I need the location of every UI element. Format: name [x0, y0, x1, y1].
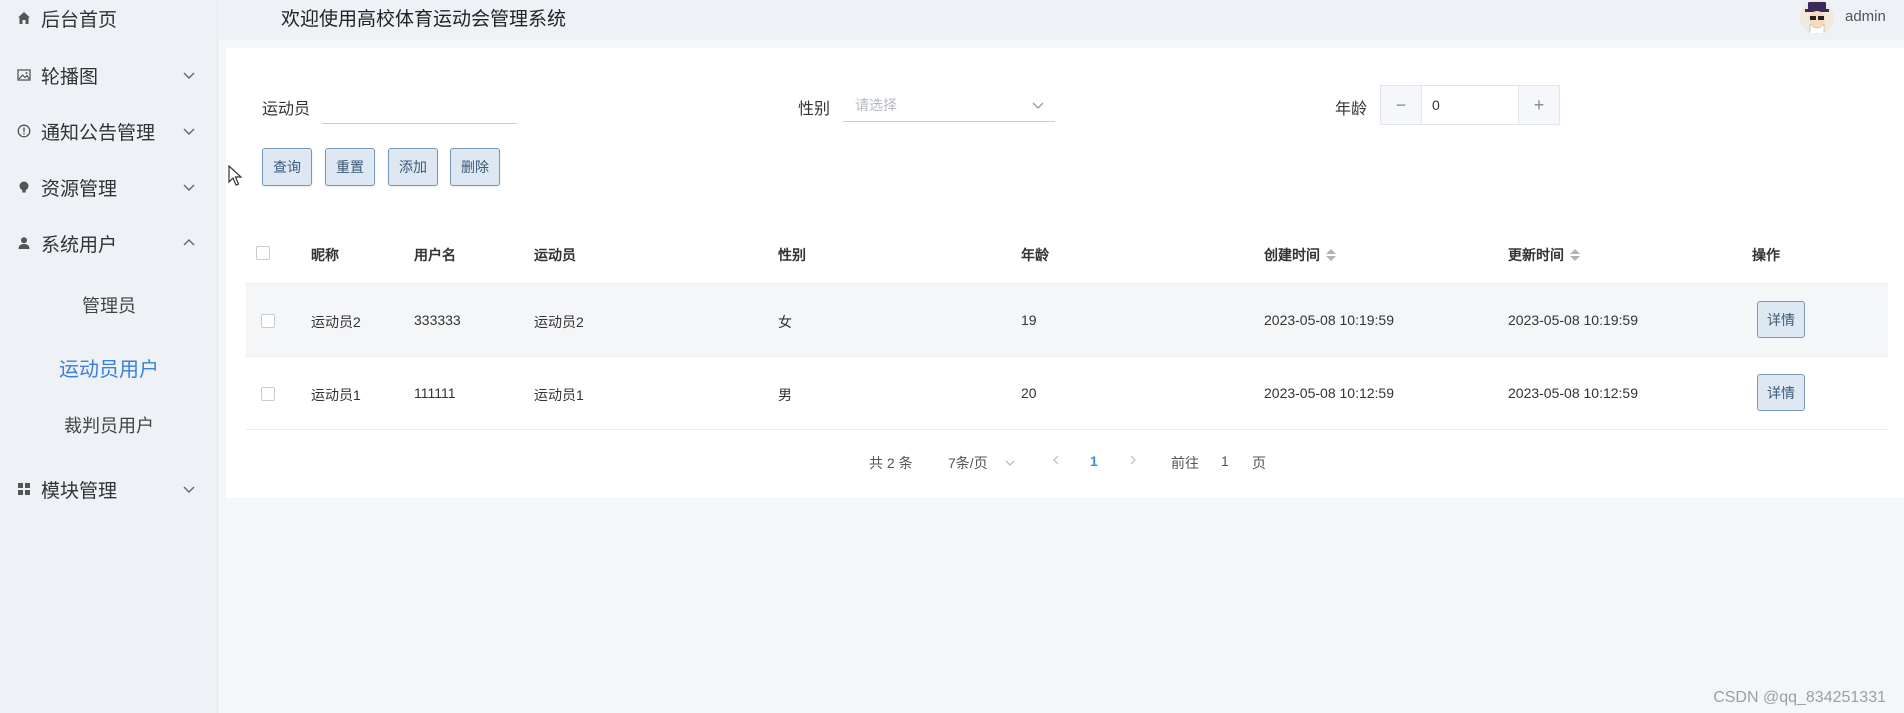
- age-stepper: − 0 +: [1380, 85, 1560, 125]
- bulb-icon: [16, 179, 32, 195]
- chevron-down-icon: [1004, 457, 1016, 469]
- column-header-username: 用户名: [414, 247, 456, 263]
- chevron-down-icon: [1031, 98, 1045, 112]
- chevron-down-icon: [182, 180, 196, 194]
- goto-page-input[interactable]: 1: [1221, 453, 1229, 469]
- sidebar-subitem-athlete-users[interactable]: 运动员用户: [0, 339, 218, 395]
- chevron-down-icon: [182, 124, 196, 138]
- sidebar-item-system-users[interactable]: 系统用户: [0, 215, 218, 271]
- detail-button[interactable]: 详情: [1757, 374, 1805, 411]
- chevron-up-icon: [182, 236, 196, 250]
- select-all-checkbox[interactable]: [256, 246, 270, 260]
- sidebar-item-label: 资源管理: [41, 178, 118, 200]
- sidebar-item-label: 模块管理: [41, 480, 118, 502]
- top-header: 欢迎使用高校体育运动会管理系统: [219, 0, 1904, 40]
- cell-gender: 女: [778, 314, 792, 330]
- cell-username: 111111: [414, 385, 456, 401]
- table-row: 运动员1 111111 运动员1 男 20 2023-05-08 10:12:5…: [246, 357, 1888, 430]
- image-icon: [16, 67, 32, 83]
- cell-athlete: 运动员1: [534, 387, 584, 403]
- mouse-cursor-icon: [228, 164, 244, 187]
- sort-icon[interactable]: [1570, 249, 1580, 261]
- gender-select-placeholder: 请选择: [855, 96, 897, 113]
- sidebar-subitem-label: 裁判员用户: [64, 416, 154, 436]
- query-button[interactable]: 查询: [262, 148, 312, 186]
- cell-age: 20: [1021, 385, 1037, 401]
- goto-suffix: 页: [1252, 455, 1266, 471]
- age-input[interactable]: 0: [1421, 86, 1519, 124]
- page-number-current[interactable]: 1: [1090, 453, 1098, 469]
- sidebar-subitem-label: 运动员用户: [59, 358, 159, 381]
- prev-page-icon[interactable]: [1050, 453, 1062, 469]
- cell-gender: 男: [778, 387, 792, 403]
- cell-updated: 2023-05-08 10:19:59: [1508, 312, 1638, 328]
- row-checkbox[interactable]: [261, 314, 275, 328]
- cell-created: 2023-05-08 10:19:59: [1264, 312, 1394, 328]
- sidebar-item-modules[interactable]: 模块管理: [0, 461, 218, 517]
- avatar[interactable]: [1800, 0, 1834, 34]
- cell-nickname: 运动员1: [311, 387, 361, 403]
- pagination-total: 共 2 条: [869, 455, 913, 471]
- column-header-age: 年龄: [1021, 247, 1049, 263]
- cell-age: 19: [1021, 312, 1037, 328]
- athlete-search-input[interactable]: [322, 94, 517, 124]
- grid-icon: [16, 481, 32, 497]
- info-icon: [16, 123, 32, 139]
- user-icon: [16, 235, 32, 251]
- column-header-gender: 性别: [778, 247, 806, 263]
- column-header-created[interactable]: 创建时间: [1264, 245, 1336, 265]
- table-row: 运动员2 333333 运动员2 女 19 2023-05-08 10:19:5…: [246, 284, 1888, 357]
- row-checkbox[interactable]: [261, 387, 275, 401]
- age-label: 年龄: [1335, 101, 1368, 118]
- goto-prefix: 前往: [1171, 455, 1199, 471]
- cell-created: 2023-05-08 10:12:59: [1264, 385, 1394, 401]
- sidebar-item-label: 系统用户: [41, 234, 118, 256]
- chevron-down-icon: [182, 482, 196, 496]
- home-icon: [16, 10, 32, 26]
- sidebar-item-notice[interactable]: 通知公告管理: [0, 103, 218, 159]
- column-header-athlete: 运动员: [534, 247, 576, 263]
- sidebar-subitem-admin[interactable]: 管理员: [0, 277, 218, 333]
- age-increase-button[interactable]: +: [1519, 86, 1559, 124]
- watermark: CSDN @qq_834251331: [1713, 689, 1886, 706]
- add-button[interactable]: 添加: [388, 148, 438, 186]
- sidebar-item-label: 通知公告管理: [41, 122, 156, 144]
- column-header-label: 创建时间: [1264, 247, 1320, 263]
- chevron-down-icon: [182, 68, 196, 82]
- detail-button[interactable]: 详情: [1757, 301, 1805, 338]
- column-header-label: 更新时间: [1508, 247, 1564, 263]
- column-header-actions: 操作: [1752, 247, 1780, 263]
- column-header-updated[interactable]: 更新时间: [1508, 245, 1580, 265]
- sidebar-subitem-label: 管理员: [82, 296, 136, 316]
- gender-label: 性别: [798, 101, 831, 118]
- cell-athlete: 运动员2: [534, 314, 584, 330]
- sidebar: 后台首页 轮播图 通知公告管理 资源管理 系统用户 管理员 运动员用户 裁判员用…: [0, 0, 218, 713]
- next-page-icon[interactable]: [1127, 453, 1139, 469]
- sidebar-subitem-referee-users[interactable]: 裁判员用户: [0, 397, 218, 453]
- sidebar-item-label: 轮播图: [41, 66, 99, 88]
- delete-button[interactable]: 删除: [450, 148, 500, 186]
- sidebar-item-resources[interactable]: 资源管理: [0, 159, 218, 215]
- sidebar-item-home[interactable]: 后台首页: [0, 0, 218, 46]
- age-decrease-button[interactable]: −: [1381, 86, 1421, 124]
- athlete-label: 运动员: [262, 101, 311, 118]
- sort-icon[interactable]: [1326, 249, 1336, 261]
- username[interactable]: admin: [1845, 8, 1886, 25]
- reset-button[interactable]: 重置: [325, 148, 375, 186]
- cell-updated: 2023-05-08 10:12:59: [1508, 385, 1638, 401]
- page-size-label: 7条/页: [948, 455, 988, 471]
- cell-username: 333333: [414, 312, 461, 328]
- page-title: 欢迎使用高校体育运动会管理系统: [281, 9, 567, 30]
- cell-nickname: 运动员2: [311, 314, 361, 330]
- sidebar-item-carousel[interactable]: 轮播图: [0, 47, 218, 103]
- gender-select[interactable]: 请选择: [843, 88, 1055, 122]
- column-header-nickname: 昵称: [311, 247, 339, 263]
- page-size-select[interactable]: 7条/页: [948, 453, 1016, 473]
- sidebar-item-label: 后台首页: [41, 9, 118, 31]
